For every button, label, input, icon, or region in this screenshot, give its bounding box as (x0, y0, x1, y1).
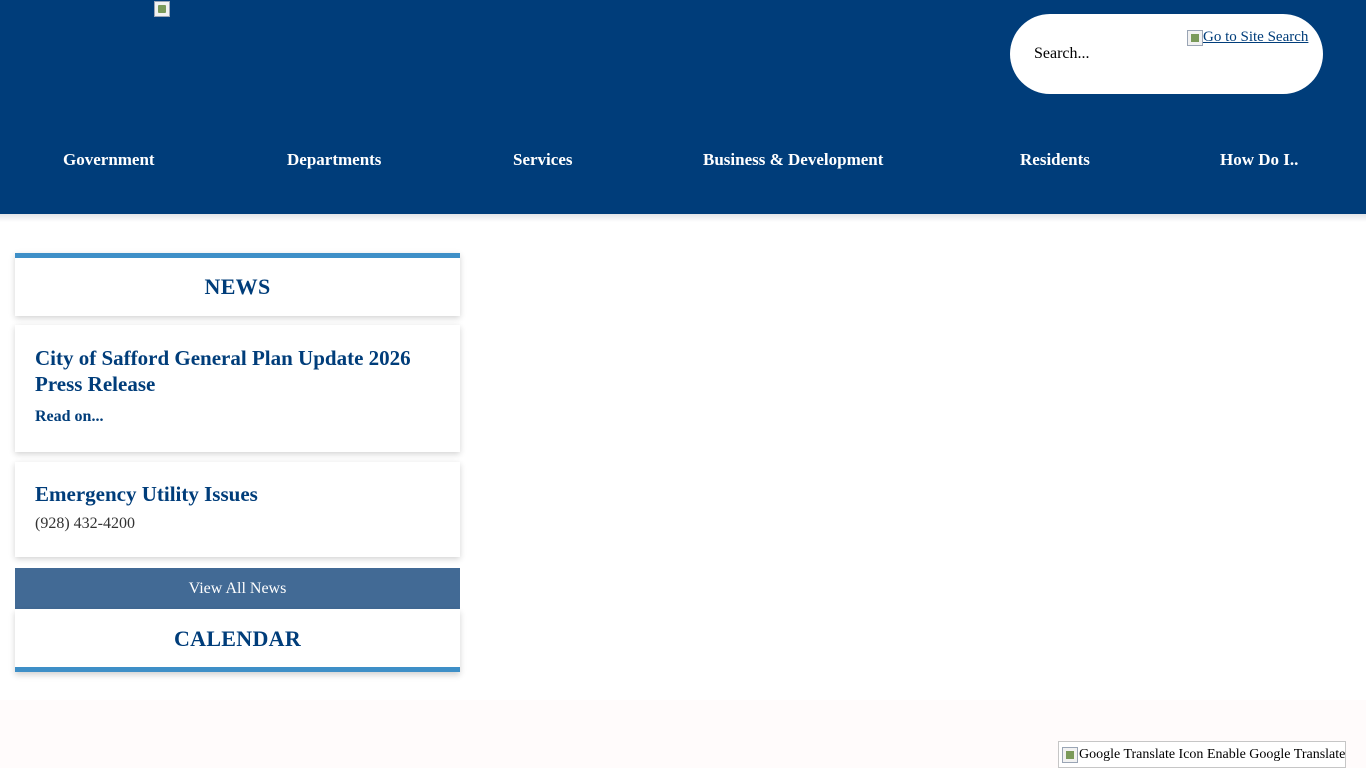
nav-item-departments[interactable]: Departments (287, 150, 381, 170)
news-item-title[interactable]: City of Safford General Plan Update 2026… (35, 345, 445, 397)
nav-item-business-development[interactable]: Business & Development (703, 150, 883, 170)
nav-item-residents[interactable]: Residents (1020, 150, 1090, 170)
calendar-heading-card: CALENDAR (15, 609, 460, 672)
nav-item-how-do-i[interactable]: How Do I.. (1220, 150, 1298, 170)
calendar-heading: CALENDAR (173, 626, 302, 651)
main-navigation: Government Departments Services Business… (0, 140, 1366, 180)
site-header: Go to Site Search Government Departments… (0, 0, 1366, 214)
nav-item-government[interactable]: Government (63, 150, 155, 170)
search-box: Go to Site Search (1010, 14, 1323, 94)
google-translate-button[interactable]: Google Translate Icon Enable Google Tran… (1058, 741, 1346, 768)
search-icon (1187, 29, 1203, 46)
go-to-site-search-link[interactable]: Go to Site Search (1187, 29, 1308, 46)
news-heading-card: NEWS (15, 253, 460, 316)
google-translate-icon-alt: Google Translate Icon (1079, 746, 1204, 762)
google-translate-label: Enable Google Translate (1206, 746, 1346, 762)
view-all-news-button[interactable]: View All News (15, 568, 460, 609)
news-item-title[interactable]: Emergency Utility Issues (35, 481, 445, 507)
news-item: Emergency Utility Issues (928) 432-4200 (15, 462, 460, 557)
google-translate-icon (1062, 746, 1078, 763)
nav-item-services[interactable]: Services (513, 150, 572, 170)
header-shadow (0, 214, 1366, 222)
news-item-phone: (928) 432-4200 (35, 515, 135, 532)
go-to-site-search-label: Go to Site Search (1203, 29, 1309, 45)
search-input[interactable] (1034, 42, 1184, 66)
news-heading: NEWS (204, 274, 271, 299)
news-item: City of Safford General Plan Update 2026… (15, 325, 460, 452)
site-logo-image[interactable] (154, 1, 170, 17)
read-on-link[interactable]: Read on... (35, 408, 103, 426)
